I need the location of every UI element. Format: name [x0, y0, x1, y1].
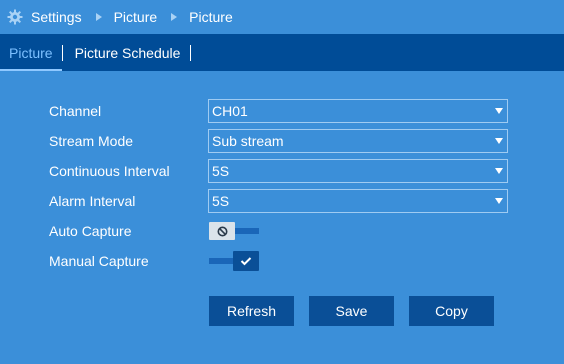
breadcrumb-picture[interactable]: Picture	[114, 9, 158, 25]
channel-value: CH01	[212, 103, 248, 119]
breadcrumb-settings[interactable]: Settings	[31, 9, 82, 25]
alarm-interval-label: Alarm Interval	[49, 193, 136, 209]
caret-down-icon	[495, 108, 503, 114]
copy-button[interactable]: Copy	[409, 296, 494, 326]
manual-capture-label: Manual Capture	[49, 253, 149, 269]
manual-capture-row: Manual Capture	[49, 249, 209, 273]
alarm-interval-row: Alarm Interval	[49, 189, 209, 213]
stream-mode-value: Sub stream	[212, 133, 284, 149]
breadcrumb-current: Picture	[189, 9, 233, 25]
check-icon	[240, 257, 252, 266]
caret-down-icon	[495, 198, 503, 204]
save-button[interactable]: Save	[309, 296, 394, 326]
stream-mode-select[interactable]: Sub stream	[208, 129, 508, 153]
continuous-interval-row: Continuous Interval	[49, 159, 209, 183]
refresh-button[interactable]: Refresh	[209, 296, 294, 326]
continuous-interval-select[interactable]: 5S	[208, 159, 508, 183]
tab-divider	[190, 44, 192, 61]
chevron-right-icon	[171, 13, 178, 21]
continuous-interval-value: 5S	[212, 163, 230, 179]
disabled-icon	[217, 226, 227, 236]
stream-mode-label: Stream Mode	[49, 133, 134, 149]
toggle-knob	[233, 251, 259, 271]
channel-select[interactable]: CH01	[208, 99, 508, 123]
toggle-knob	[209, 222, 235, 240]
auto-capture-toggle[interactable]	[209, 222, 259, 240]
manual-capture-toggle[interactable]	[209, 251, 259, 271]
continuous-interval-label: Continuous Interval	[49, 163, 170, 179]
alarm-interval-value: 5S	[212, 193, 230, 209]
tab-picture[interactable]: Picture	[0, 34, 62, 71]
channel-label: Channel	[49, 103, 102, 119]
stream-mode-row: Stream Mode	[49, 129, 209, 153]
gear-icon	[7, 9, 23, 25]
tab-picture-schedule[interactable]: Picture Schedule	[63, 34, 191, 71]
tab-bar: Picture Picture Schedule	[0, 34, 564, 71]
chevron-right-icon	[95, 13, 102, 21]
auto-capture-row: Auto Capture	[49, 219, 209, 243]
auto-capture-label: Auto Capture	[49, 223, 132, 239]
breadcrumb-bar: Settings Picture Picture	[0, 0, 564, 34]
caret-down-icon	[495, 138, 503, 144]
alarm-interval-select[interactable]: 5S	[208, 189, 508, 213]
channel-row: Channel	[49, 99, 209, 123]
caret-down-icon	[495, 168, 503, 174]
